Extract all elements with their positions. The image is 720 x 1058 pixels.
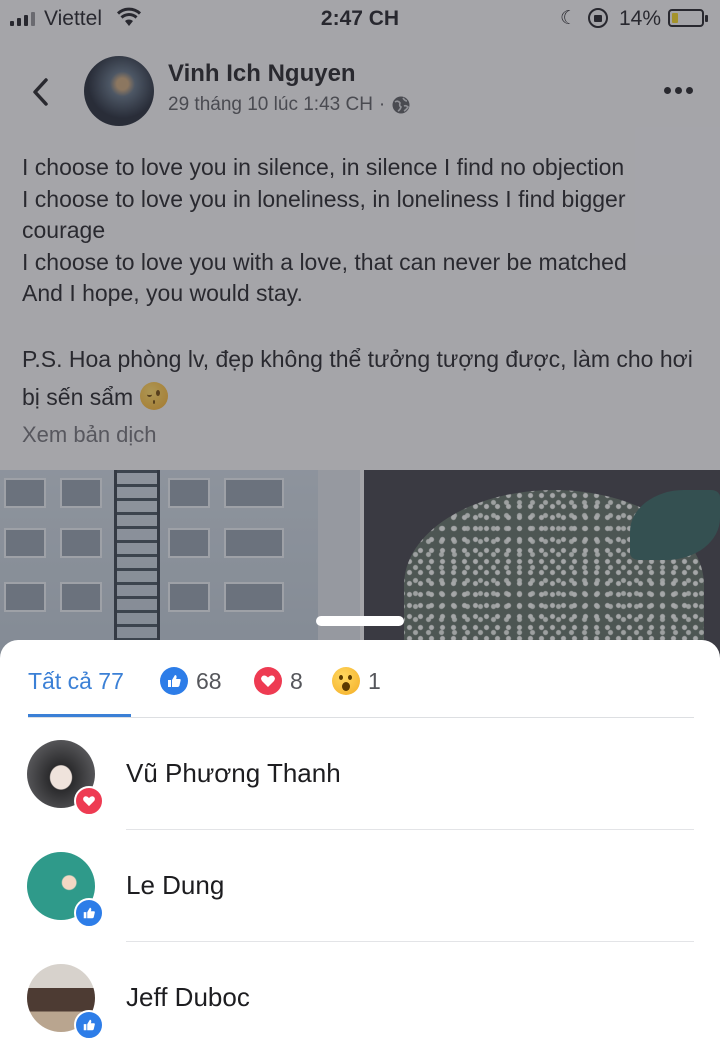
author-name[interactable]: Vinh Ich Nguyen (168, 60, 356, 88)
author-avatar[interactable] (84, 56, 154, 126)
tab-wow[interactable]: 1 (332, 666, 381, 696)
back-button[interactable] (26, 74, 56, 110)
tab-love[interactable]: 8 (254, 666, 303, 696)
post-ps: P.S. Hoa phòng lv, đẹp không thể tưởng t… (22, 340, 712, 416)
like-icon (74, 1010, 104, 1040)
see-translation-link[interactable]: Xem bản dịch (22, 422, 157, 448)
reactor-row[interactable]: Vũ Phương Thanh (0, 740, 720, 852)
status-bar: Viettel 2:47 CH ☾ 14% (0, 0, 720, 38)
wow-icon (332, 667, 360, 695)
winking-face-emoji-icon (139, 382, 168, 410)
tab-all-label: Tất cả 77 (28, 667, 124, 694)
post-meta: 29 tháng 10 lúc 1:43 CH · (168, 94, 411, 116)
background-tower (318, 470, 360, 660)
more-options-button[interactable] (664, 80, 696, 100)
tab-wow-count: 1 (368, 667, 381, 694)
post-background: Viettel 2:47 CH ☾ 14% Vinh Ich Nguyen 29… (0, 0, 720, 660)
post-text: I choose to love you in silence, in sile… (22, 154, 627, 306)
tab-like-count: 68 (196, 667, 222, 694)
reactor-row[interactable]: Le Dung (0, 852, 720, 964)
chevron-left-icon (33, 78, 48, 106)
do-not-disturb-icon: ☾ (560, 8, 578, 29)
reaction-tabs: Tất cả 77 68 8 1 (0, 640, 720, 718)
battery-fill (672, 13, 678, 23)
fire-escape (114, 470, 160, 660)
love-icon (254, 667, 282, 695)
tab-like[interactable]: 68 (160, 666, 222, 696)
meta-separator: · (378, 94, 386, 115)
reactor-name[interactable]: Jeff Duboc (126, 982, 250, 1013)
battery-percent: 14% (619, 7, 662, 30)
building-floor (0, 582, 360, 634)
building-floor (0, 478, 360, 530)
leaf (630, 490, 720, 560)
reactor-name[interactable]: Vũ Phương Thanh (126, 758, 341, 789)
row-divider (126, 829, 694, 830)
status-time: 2:47 CH (320, 7, 400, 30)
sheet-grabber-handle[interactable] (316, 616, 404, 626)
post-photo-flowers[interactable] (364, 470, 720, 660)
row-divider (126, 941, 694, 942)
reactions-sheet: Tất cả 77 68 8 1 Vũ Phương Thanh Le Dung… (0, 640, 720, 1058)
reactor-row[interactable]: Jeff Duboc (0, 964, 720, 1058)
reactor-name[interactable]: Le Dung (126, 870, 224, 901)
post-body: I choose to love you in silence, in sile… (22, 152, 712, 310)
globe-icon (391, 95, 411, 115)
building-floor (0, 528, 360, 580)
post-ps-text: P.S. Hoa phòng lv, đẹp không thể tưởng t… (22, 346, 693, 410)
post-photo-building[interactable] (0, 470, 360, 660)
tabs-divider (28, 717, 694, 718)
tab-love-count: 8 (290, 667, 303, 694)
like-icon (160, 667, 188, 695)
like-icon (74, 898, 104, 928)
post-timestamp[interactable]: 29 tháng 10 lúc 1:43 CH (168, 94, 373, 116)
orientation-lock-icon (588, 8, 608, 28)
battery-icon (668, 9, 708, 27)
tab-all-reactions[interactable]: Tất cả 77 (28, 666, 124, 696)
love-icon (74, 786, 104, 816)
